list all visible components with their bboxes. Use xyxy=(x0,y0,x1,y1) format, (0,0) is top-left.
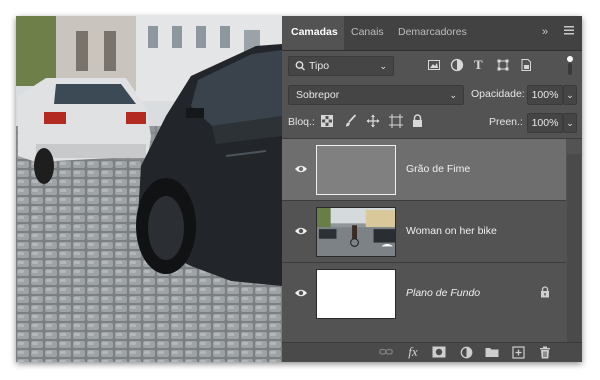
chevron-down-icon: ⌄ xyxy=(379,61,387,71)
lock-transparency-icon[interactable] xyxy=(321,115,333,130)
fill-dropdown-button[interactable]: ⌄ xyxy=(563,113,577,133)
layer-name: Woman on her bike xyxy=(406,225,497,237)
eye-visibility-icon[interactable] xyxy=(294,226,308,236)
shape-filter-icon[interactable] xyxy=(496,58,510,75)
fx-layer-style-icon[interactable]: fx xyxy=(406,344,420,360)
layer-thumbnail-photo xyxy=(316,207,396,257)
search-icon xyxy=(295,57,306,81)
layer-name: Grão de Fime xyxy=(406,163,471,175)
add-mask-icon[interactable] xyxy=(432,346,446,361)
lock-label: Bloq.: xyxy=(288,116,315,128)
chevron-down-icon: ⌄ xyxy=(449,90,457,100)
blend-mode-select[interactable]: Sobrepor ⌄ xyxy=(288,85,464,105)
blend-mode-value: Sobrepor xyxy=(296,89,340,101)
link-layers-icon[interactable] xyxy=(379,346,393,361)
image-filter-icon[interactable] xyxy=(427,58,441,75)
lock-pixels-brush-icon[interactable] xyxy=(344,114,357,131)
adjustment-layer-icon[interactable] xyxy=(459,346,473,362)
layer-row-grao-de-fime[interactable]: Grão de Fime xyxy=(282,139,566,201)
layers-panel: Camadas Canais Demarcadores » Tipo ⌄ T S… xyxy=(282,16,582,362)
panel-tabbar: Camadas Canais Demarcadores » xyxy=(282,16,582,51)
new-layer-icon[interactable] xyxy=(511,346,525,362)
eye-visibility-icon[interactable] xyxy=(294,164,308,174)
trash-delete-icon[interactable] xyxy=(538,346,552,362)
fill-label: Preen.: xyxy=(489,116,523,128)
layer-thumbnail-white xyxy=(316,269,396,319)
panel-menu-icon[interactable] xyxy=(563,23,575,40)
opacity-label: Opacidade: xyxy=(471,88,525,100)
fill-input[interactable]: 100% xyxy=(527,113,563,133)
tab-canais[interactable]: Canais xyxy=(351,26,384,38)
collapse-panels-icon[interactable]: » xyxy=(542,26,548,38)
opacity-input[interactable]: 100% xyxy=(527,85,563,105)
lock-position-move-icon[interactable] xyxy=(366,114,380,131)
opacity-dropdown-button[interactable]: ⌄ xyxy=(563,85,577,105)
tab-demarcadores[interactable]: Demarcadores xyxy=(398,26,467,38)
layer-thumbnail-gray xyxy=(316,145,396,195)
layer-row-woman-on-her-bike[interactable]: Woman on her bike xyxy=(282,201,566,263)
layer-lock-icon xyxy=(540,286,550,301)
filter-kind-select[interactable]: Tipo ⌄ xyxy=(288,56,394,76)
adjustment-filter-icon[interactable] xyxy=(450,58,464,75)
folder-group-icon[interactable] xyxy=(485,346,499,361)
layers-scrollbar[interactable] xyxy=(567,154,581,342)
layer-row-plano-de-fundo[interactable]: Plano de Fundo xyxy=(282,263,566,325)
type-filter-icon[interactable]: T xyxy=(474,57,483,73)
panel-footer: fx xyxy=(282,342,582,362)
screenshot-frame: Camadas Canais Demarcadores » Tipo ⌄ T S… xyxy=(16,16,582,362)
smart-object-filter-icon[interactable] xyxy=(519,58,533,75)
eye-visibility-icon[interactable] xyxy=(294,288,308,298)
tab-camadas[interactable]: Camadas xyxy=(291,26,338,38)
canvas-photo xyxy=(16,16,282,362)
lock-all-icon[interactable] xyxy=(412,114,423,131)
layer-name: Plano de Fundo xyxy=(406,287,481,299)
filter-toggle-switch[interactable] xyxy=(566,56,574,76)
filter-kind-label: Tipo xyxy=(309,60,330,72)
lock-artboard-icon[interactable] xyxy=(389,114,403,131)
